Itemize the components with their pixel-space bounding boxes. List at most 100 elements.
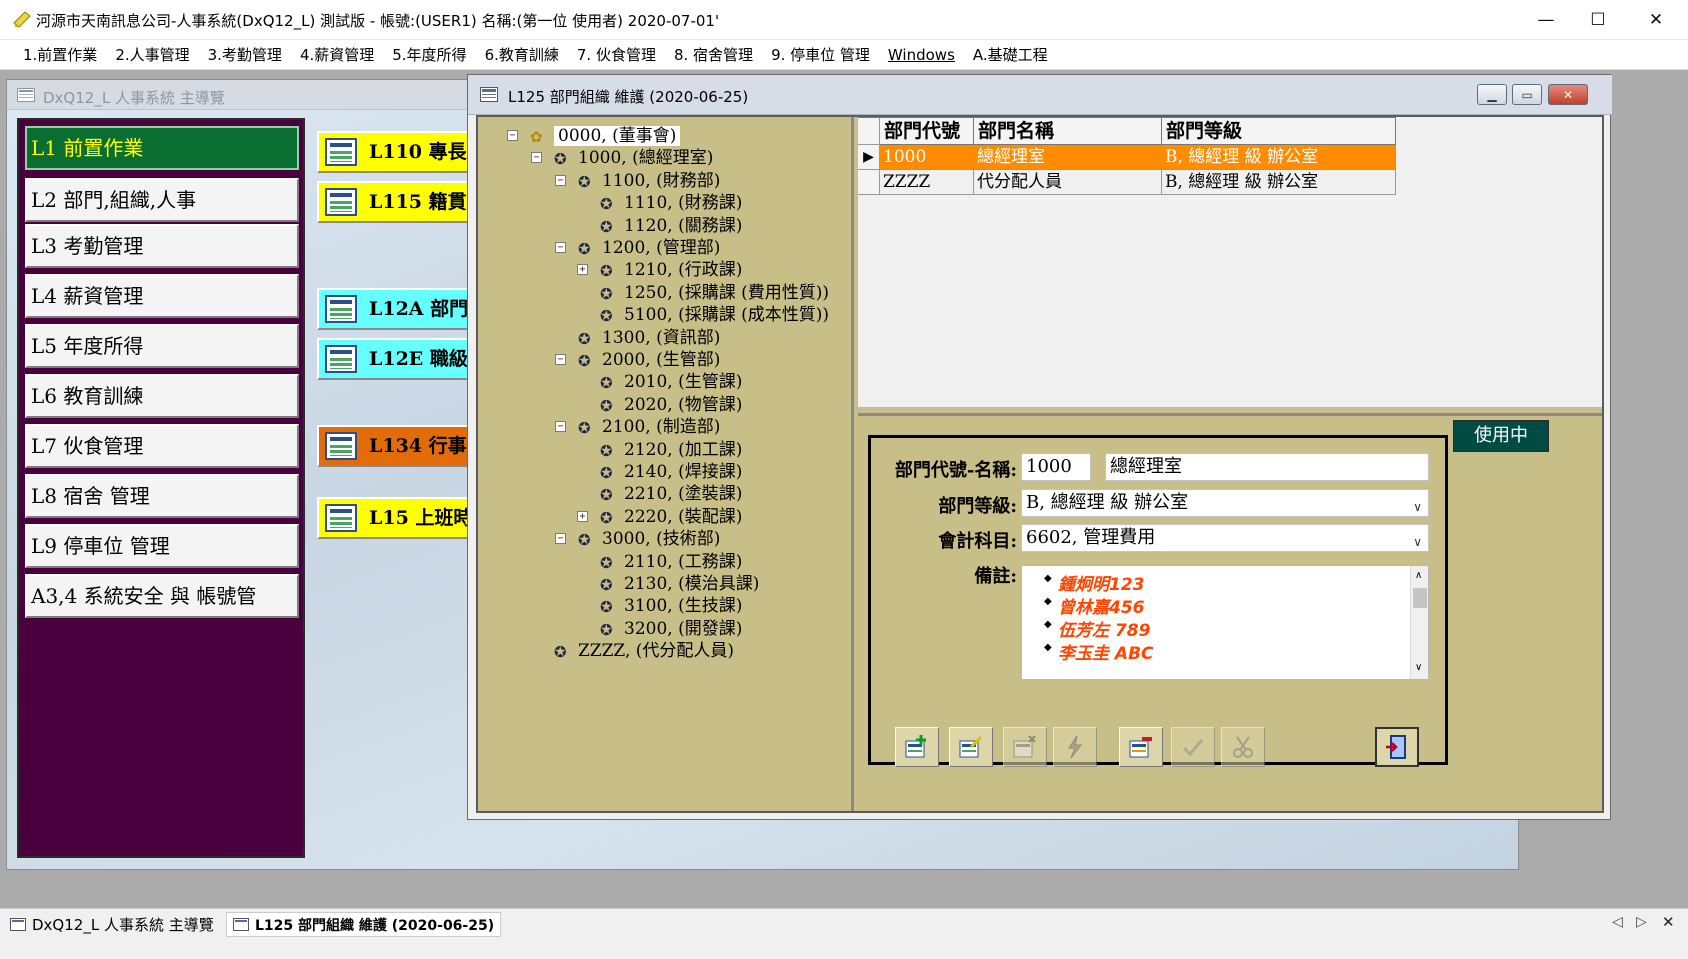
nav-button-l2[interactable]: L2 部門,組織,人事 <box>25 178 299 222</box>
column-header-code[interactable]: 部門代號 <box>880 117 974 145</box>
module-button-l15[interactable]: L15 上班時 <box>317 497 477 539</box>
tree-node[interactable]: + ✪ 1210, (行政課) <box>577 259 742 281</box>
tree-node-label: 1120, (關務課) <box>624 215 743 236</box>
nav-button-l6[interactable]: L6 教育訓練 <box>25 374 299 418</box>
tree-node[interactable]: ✪ 2130, (模治具課) <box>600 573 759 595</box>
nav-button-l3[interactable]: L3 考勤管理 <box>25 224 299 268</box>
department-tree[interactable]: − ✿ 0000, (董事會) − ✪ 1000, (總經理室) − ✪ 1100, (財務部)… <box>478 117 854 811</box>
tab-main-navigation[interactable]: DxQ12_L 人事系統 主導覽 <box>4 912 220 937</box>
close-button[interactable]: ✕ <box>1628 0 1684 40</box>
tree-node[interactable]: ✪ 1300, (資訊部) <box>578 327 720 349</box>
child-close-button[interactable]: ✕ <box>1548 84 1588 105</box>
menu-item-parking[interactable]: 9. 停車位 管理 <box>762 41 879 69</box>
collapse-icon[interactable]: − <box>555 354 566 365</box>
department-name-field[interactable]: 總經理室 <box>1105 453 1429 481</box>
module-button-l134[interactable]: L134 行事曆 <box>317 425 477 467</box>
tree-node[interactable]: ✪ 2140, (焊接課) <box>600 461 742 483</box>
module-button-l115[interactable]: L115 籍貫 <box>317 181 477 223</box>
tab-department-maintenance[interactable]: L125 部門組織 維護 (2020-06-25) <box>226 912 502 937</box>
tree-node[interactable]: − ✪ 3000, (技術部) <box>555 528 720 550</box>
restore-icon: ▭ <box>1521 87 1533 102</box>
edit-record-icon <box>959 735 983 758</box>
menu-item-payroll[interactable]: 4.薪資管理 <box>291 41 383 69</box>
department-grid[interactable]: 部門代號 部門名稱 部門等級 ▶ 1000 總經理室 B, 總經理 級 辦公室 … <box>858 117 1602 407</box>
expand-icon[interactable]: + <box>577 264 588 276</box>
edit-record-button[interactable] <box>949 727 993 767</box>
scroll-up-icon[interactable]: ∧ <box>1415 570 1422 581</box>
menu-item-attendance[interactable]: 3.考勤管理 <box>199 41 291 69</box>
menu-item-setup[interactable]: 1.前置作業 <box>14 41 106 69</box>
child-minimize-button[interactable]: ▁ <box>1477 84 1507 105</box>
nav-button-l7[interactable]: L7 伙食管理 <box>25 424 299 468</box>
tree-node[interactable]: ✪ 3200, (開發課) <box>600 618 742 640</box>
child-restore-button[interactable]: ▭ <box>1512 84 1542 105</box>
nav-button-a34[interactable]: A3,4 系統安全 與 帳號管 <box>25 574 299 618</box>
tree-node[interactable]: ✪ 2210, (塗裝課) <box>600 483 742 505</box>
nav-button-l1[interactable]: L1 前置作業 <box>25 126 299 170</box>
menu-item-personnel[interactable]: 2.人事管理 <box>106 41 198 69</box>
exit-button[interactable] <box>1375 727 1419 767</box>
tree-node[interactable]: − ✿ 0000, (董事會) <box>507 125 681 147</box>
tree-node[interactable]: ✪ 2110, (工務課) <box>600 551 742 573</box>
menu-item-windows[interactable]: Windows <box>879 41 964 69</box>
refresh-button[interactable] <box>1053 727 1097 767</box>
memo-scrollbar[interactable]: ∧ ∨ <box>1410 566 1428 679</box>
menu-item-meals[interactable]: 7. 伙食管理 <box>568 41 665 69</box>
tree-node[interactable]: ✪ 2120, (加工課) <box>600 439 742 461</box>
tree-node[interactable]: ✪ 1120, (關務課) <box>600 215 742 237</box>
expand-icon[interactable]: + <box>577 510 588 522</box>
child-window-caption[interactable]: L125 部門組織 維護 (2020-06-25) ▁ ▭ ✕ <box>468 75 1612 115</box>
tree-node[interactable]: − ✪ 1200, (管理部) <box>555 237 720 259</box>
confirm-button[interactable] <box>1171 727 1215 767</box>
delete-record-button[interactable] <box>1003 727 1047 767</box>
grade-select[interactable]: B, 總經理 級 辦公室 ∨ <box>1021 489 1429 517</box>
add-record-button[interactable] <box>895 727 939 767</box>
collapse-icon[interactable]: − <box>555 421 566 433</box>
menu-item-dormitory[interactable]: 8. 宿舍管理 <box>665 41 762 69</box>
menu-item-base-engineering[interactable]: A.基礎工程 <box>964 41 1057 69</box>
tab-close-icon[interactable]: ✕ <box>1662 913 1675 931</box>
column-header-grade[interactable]: 部門等級 <box>1162 117 1396 145</box>
exit-icon <box>1386 735 1406 759</box>
tree-node[interactable]: ✪ 2020, (物管課) <box>600 394 742 416</box>
nav-button-l8[interactable]: L8 宿舍 管理 <box>25 474 299 518</box>
collapse-icon[interactable]: − <box>531 152 542 164</box>
module-button-l110[interactable]: L110 專長 <box>317 131 477 173</box>
menu-item-annual-income[interactable]: 5.年度所得 <box>383 41 475 69</box>
tree-node[interactable]: − ✪ 2000, (生管部) <box>555 349 720 371</box>
module-button-l12a[interactable]: L12A 部門 <box>317 288 477 330</box>
tree-node[interactable]: − ✪ 2100, (制造部) <box>555 416 720 438</box>
tree-node[interactable]: ✪ 2010, (生管課) <box>600 371 742 393</box>
module-button-l12e[interactable]: L12E 職級 <box>317 338 477 380</box>
minimize-button[interactable]: — <box>1518 0 1574 40</box>
memo-field[interactable]: 鍾炯明123 曾林嘉456 伍芳左 789 李玉圭 ABC ∧ ∨ <box>1021 565 1429 680</box>
tree-node[interactable]: ✪ 3100, (生技課) <box>600 595 742 617</box>
menu-item-training[interactable]: 6.教育訓練 <box>476 41 568 69</box>
tree-node[interactable]: + ✪ 2220, (裝配課) <box>577 506 742 528</box>
department-code-field[interactable]: 1000 <box>1021 453 1091 481</box>
tree-node[interactable]: ✪ ZZZZ, (代分配人員) <box>554 640 734 662</box>
tree-node[interactable]: − ✪ 1100, (財務部) <box>555 170 720 192</box>
column-header-name[interactable]: 部門名稱 <box>974 117 1162 145</box>
tree-node[interactable]: ✪ 5100, (採購課 (成本性質)) <box>600 304 829 326</box>
collapse-icon[interactable]: − <box>555 533 566 545</box>
tree-node[interactable]: − ✪ 1000, (總經理室) <box>531 147 713 169</box>
tree-node[interactable]: ✪ 1110, (財務課) <box>600 192 742 214</box>
nav-button-l5[interactable]: L5 年度所得 <box>25 324 299 368</box>
tree-node[interactable]: ✪ 1250, (採購課 (費用性質)) <box>600 282 829 304</box>
cancel-button[interactable] <box>1221 727 1265 767</box>
filter-button[interactable] <box>1119 727 1163 767</box>
collapse-icon[interactable]: − <box>507 130 518 141</box>
nav-button-l9[interactable]: L9 停車位 管理 <box>25 524 299 568</box>
tab-next-icon[interactable]: ▷ <box>1636 914 1647 930</box>
table-row[interactable]: ▶ 1000 總經理室 B, 總經理 級 辦公室 <box>858 145 1396 170</box>
table-row[interactable]: ZZZZ 代分配人員 B, 總經理 級 辦公室 <box>858 170 1396 195</box>
nav-button-l4[interactable]: L4 薪資管理 <box>25 274 299 318</box>
scroll-down-icon[interactable]: ∨ <box>1415 662 1422 673</box>
tab-prev-icon[interactable]: ◁ <box>1612 914 1623 930</box>
collapse-icon[interactable]: − <box>555 174 566 186</box>
scroll-thumb[interactable] <box>1413 588 1427 608</box>
maximize-button[interactable]: ☐ <box>1570 0 1626 40</box>
collapse-icon[interactable]: − <box>555 242 566 253</box>
account-select[interactable]: 6602, 管理費用 ∨ <box>1021 524 1429 552</box>
